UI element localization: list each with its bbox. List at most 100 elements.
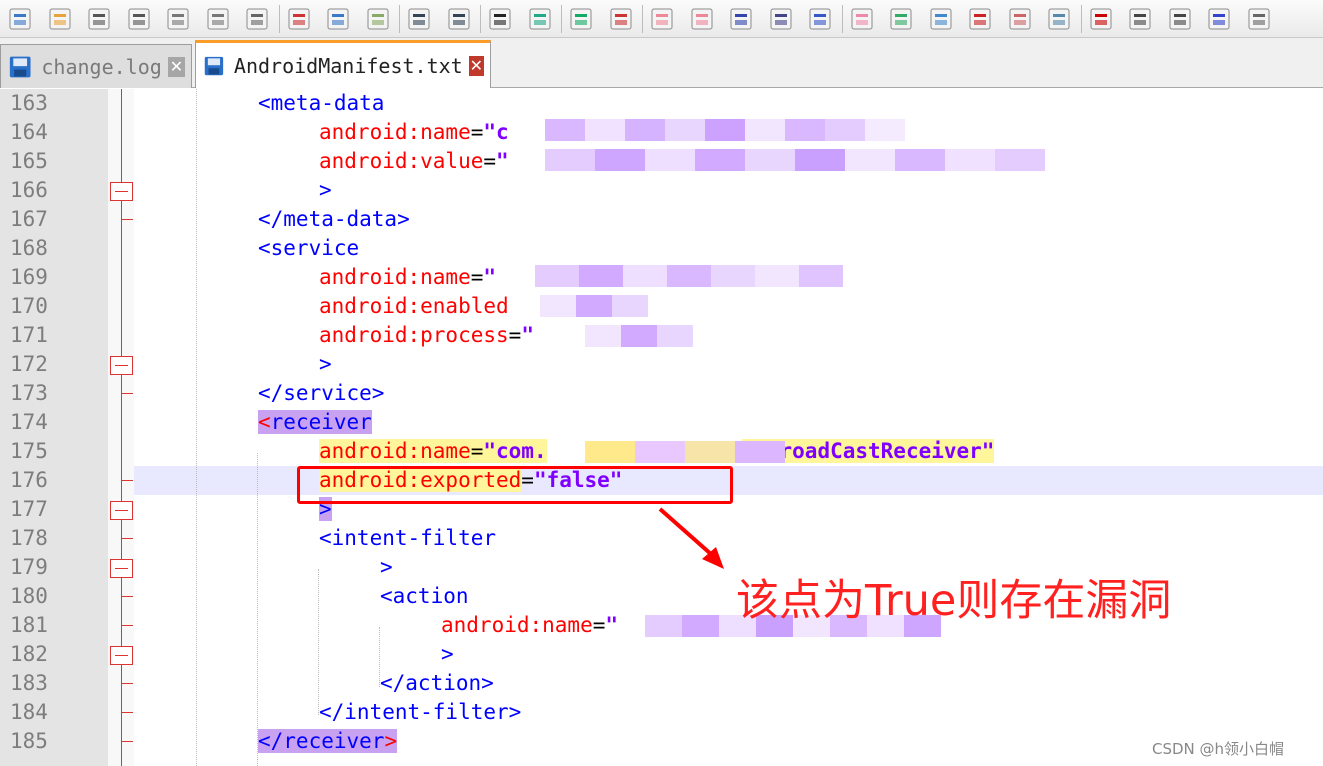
code-text: android:process=" [319, 321, 534, 350]
cut-button[interactable] [283, 4, 315, 34]
stop-macro-button[interactable] [1124, 4, 1156, 34]
code-token: " [605, 613, 619, 637]
tab-change-log[interactable]: change.log ✕ [0, 44, 192, 88]
line-number: 174 [10, 410, 48, 434]
line-number: 179 [10, 555, 48, 579]
record-macro-button[interactable] [1085, 4, 1117, 34]
code-text: > [441, 640, 454, 669]
undo-button[interactable] [403, 4, 435, 34]
sync-vertical-button[interactable] [646, 4, 678, 34]
code-line[interactable]: 168 <service [0, 234, 1323, 263]
fold-end-marker [121, 480, 133, 481]
code-token: android:enabled [319, 294, 509, 318]
fold-end-marker [121, 393, 133, 394]
code-text: <intent-filter [319, 524, 496, 553]
code-editor[interactable]: 163 <meta-data 164 android:name="c 165 androi… [0, 89, 1323, 766]
indent-guide [379, 627, 380, 687]
paste-button[interactable] [362, 4, 394, 34]
fold-toggle-icon[interactable] [110, 559, 133, 578]
code-line[interactable]: 167 </meta-data> [0, 205, 1323, 234]
monitor-icon [1048, 8, 1070, 29]
open-file-icon [49, 8, 70, 29]
code-line[interactable]: 184 </intent-filter> [0, 698, 1323, 727]
close-button[interactable] [162, 4, 194, 34]
fold-end-marker [121, 538, 133, 539]
line-number: 175 [10, 439, 48, 463]
replace-button[interactable] [524, 4, 556, 34]
copy-icon [327, 8, 349, 29]
record-macro-icon [1090, 8, 1111, 29]
code-line[interactable]: 166 > [0, 176, 1323, 205]
code-token: = [508, 323, 522, 347]
print-button[interactable] [241, 4, 273, 34]
run-macro-multiple-button[interactable] [1203, 4, 1235, 34]
zoom-in-button[interactable] [565, 4, 597, 34]
copy-button[interactable] [322, 4, 354, 34]
fold-toggle-icon[interactable] [110, 501, 133, 520]
file-saved-icon [204, 56, 224, 75]
redacted-value [535, 265, 843, 287]
toolbar-separator [1080, 4, 1082, 33]
doc-map-button[interactable] [885, 4, 917, 34]
code-line[interactable]: 174 <receiver [0, 408, 1323, 437]
code-token: = [592, 613, 606, 637]
code-token: "c [483, 120, 509, 144]
code-line[interactable]: 173 </service> [0, 379, 1323, 408]
redacted-value [540, 295, 648, 317]
doc-map-icon [890, 8, 912, 29]
code-line[interactable]: 163 <meta-data [0, 89, 1323, 118]
language-button[interactable] [846, 4, 878, 34]
find-button[interactable] [484, 4, 516, 34]
fold-toggle-icon[interactable] [110, 182, 133, 201]
line-number: 181 [10, 613, 48, 637]
paste-icon [367, 8, 388, 29]
save-button[interactable] [83, 4, 115, 34]
code-text: </action> [380, 669, 494, 698]
sync-horizontal-button[interactable] [686, 4, 718, 34]
code-line[interactable]: 185 </receiver> [0, 727, 1323, 756]
code-token: > [319, 352, 332, 376]
show-all-chars-button[interactable] [765, 4, 797, 34]
code-token: = [470, 120, 484, 144]
indent-guide-button[interactable] [804, 4, 836, 34]
code-token: = [470, 439, 484, 463]
close-all-button[interactable] [202, 4, 234, 34]
code-token: </intent-filter> [319, 700, 522, 724]
code-line[interactable]: 183 </action> [0, 669, 1323, 698]
stop-macro-icon [1129, 8, 1151, 29]
replace-icon [529, 8, 550, 29]
fold-toggle-icon[interactable] [110, 356, 133, 375]
play-macro-button[interactable] [1164, 4, 1196, 34]
code-token: android:name [319, 265, 471, 289]
code-text: > [319, 350, 332, 379]
function-list-button[interactable] [964, 4, 996, 34]
new-file-button[interactable] [4, 4, 36, 34]
save-all-button[interactable] [123, 4, 155, 34]
code-text: android:enabled [319, 292, 509, 321]
line-number: 165 [10, 149, 48, 173]
indent-guide [257, 453, 258, 766]
redo-button[interactable] [443, 4, 475, 34]
code-token: = [483, 149, 497, 173]
save-all-icon [128, 8, 149, 29]
zoom-out-button[interactable] [605, 4, 637, 34]
code-line[interactable]: 170 android:enabled [0, 292, 1323, 321]
redacted-value [585, 441, 785, 463]
code-line[interactable]: 182 > [0, 640, 1323, 669]
open-file-button[interactable] [44, 4, 76, 34]
code-token: android:process [319, 323, 509, 347]
monitor-button[interactable] [1043, 4, 1075, 34]
close-tab-icon[interactable]: ✕ [167, 56, 185, 77]
toolbar-separator [642, 4, 643, 33]
code-line[interactable]: 172 > [0, 350, 1323, 379]
tab-label: change.log [41, 54, 162, 79]
folder-workspace-button[interactable] [1004, 4, 1036, 34]
code-token: > [319, 178, 332, 202]
tab-android-manifest[interactable]: AndroidManifest.txt ✕ [195, 40, 491, 88]
fold-toggle-icon[interactable] [110, 646, 133, 665]
save-macro-button[interactable] [1243, 4, 1275, 34]
doc-list-button[interactable] [925, 4, 957, 34]
toolbar-separator [561, 4, 562, 33]
close-tab-icon[interactable]: ✕ [468, 55, 484, 76]
word-wrap-button[interactable] [725, 4, 757, 34]
